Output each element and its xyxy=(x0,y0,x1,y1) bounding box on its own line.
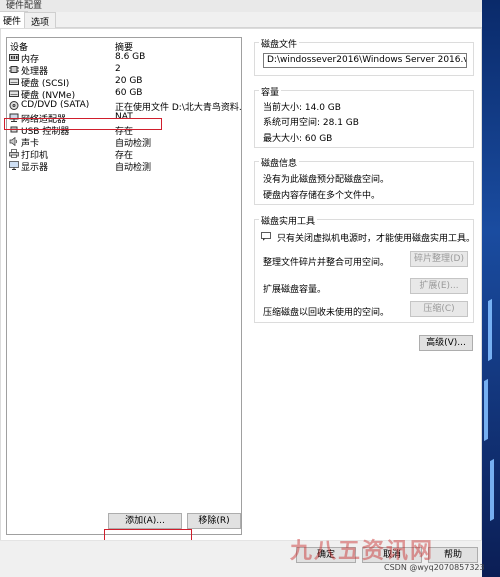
disk-info-line1: 没有为此磁盘预分配磁盘空间。 xyxy=(263,175,390,185)
help-button[interactable]: 帮助 xyxy=(428,547,478,563)
sound-icon xyxy=(9,137,18,146)
desktop-background xyxy=(482,0,500,577)
disk-utilities-group: 磁盘实用工具 只有关闭虚拟机电源时，才能使用磁盘实用工具。 整理文件碎片并整合可… xyxy=(254,214,476,323)
expand-description: 扩展磁盘容量。 xyxy=(263,285,327,295)
disk-info-group: 磁盘信息 没有为此磁盘预分配磁盘空间。 硬盘内容存储在多个文件中。 xyxy=(254,156,474,205)
compact-button[interactable]: 压缩(C) xyxy=(410,301,468,317)
group-title: 磁盘信息 xyxy=(259,156,300,169)
device-summary: 20 GB xyxy=(115,76,143,86)
current-size: 当前大小: 14.0 GB xyxy=(263,103,341,113)
device-row-harddisk-nvme[interactable]: 硬盘 (NVMe) 60 GB xyxy=(7,88,241,101)
list-header: 设备 摘要 xyxy=(7,40,241,53)
device-row-harddisk-scsi[interactable]: 硬盘 (SCSI) 20 GB xyxy=(7,76,241,89)
window-title: 硬件配置 xyxy=(6,1,43,11)
tab-bar: 硬件 选项 xyxy=(0,11,482,28)
selection-highlight-annotation xyxy=(4,118,162,130)
title-bar: 硬件配置 xyxy=(0,0,500,12)
cd-dvd-icon xyxy=(9,101,19,110)
device-row-display[interactable]: 显示器 自动检测 xyxy=(7,160,241,173)
disk-file-path-field[interactable]: D:\windossever2016\Windows Server 2016.v… xyxy=(263,53,467,68)
disk-file-group: 磁盘文件 D:\windossever2016\Windows Server 2… xyxy=(254,37,474,76)
printer-icon xyxy=(9,149,19,158)
remove-button[interactable]: 移除(R) xyxy=(187,513,241,529)
defrag-description: 整理文件碎片并整合可用空间。 xyxy=(263,258,390,268)
group-title: 容量 xyxy=(259,85,282,98)
disk-info-line2: 硬盘内容存储在多个文件中。 xyxy=(263,191,381,201)
device-summary: 8.6 GB xyxy=(115,52,146,62)
max-size: 最大大小: 60 GB xyxy=(263,134,333,144)
expand-button[interactable]: 扩展(E)... xyxy=(410,278,468,294)
display-icon xyxy=(9,161,19,170)
device-row-sound[interactable]: 声卡 自动检测 xyxy=(7,136,241,149)
add-button[interactable]: 添加(A)... xyxy=(108,513,182,529)
processor-icon xyxy=(9,66,19,73)
device-row-printer[interactable]: 打印机 存在 xyxy=(7,148,241,161)
device-row-cd-dvd[interactable]: CD/DVD (SATA) 正在使用文件 D:\北大青鸟资料... xyxy=(7,100,241,113)
tab-options[interactable]: 选项 xyxy=(24,12,57,28)
info-message-icon xyxy=(261,232,271,241)
device-list[interactable]: 设备 摘要 内存 8.6 GB 处理器 2 硬盘 (SCSI) 20 GB 硬盘… xyxy=(6,37,242,535)
group-title: 磁盘实用工具 xyxy=(259,214,318,227)
defrag-button[interactable]: 碎片整理(D) xyxy=(410,251,468,267)
capacity-group: 容量 当前大小: 14.0 GB 系统可用空间: 28.1 GB 最大大小: 6… xyxy=(254,85,474,148)
group-title: 磁盘文件 xyxy=(259,37,300,50)
device-name: CD/DVD (SATA) xyxy=(21,100,90,110)
device-summary: 自动检测 xyxy=(115,163,152,173)
device-summary: 60 GB xyxy=(115,88,143,98)
device-name: 显示器 xyxy=(21,163,49,173)
watermark: 九八五资讯网 xyxy=(290,539,435,564)
advanced-button[interactable]: 高级(V)... xyxy=(419,335,473,351)
settings-panel: 设备 摘要 内存 8.6 GB 处理器 2 硬盘 (SCSI) 20 GB 硬盘… xyxy=(0,28,482,568)
device-row-memory[interactable]: 内存 8.6 GB xyxy=(7,52,241,65)
device-summary: 2 xyxy=(115,64,121,74)
compact-description: 压缩磁盘以回收未使用的空间。 xyxy=(263,308,390,318)
device-row-processor[interactable]: 处理器 2 xyxy=(7,64,241,77)
harddisk-icon xyxy=(9,78,19,85)
memory-icon xyxy=(9,54,19,61)
harddisk-icon xyxy=(9,90,19,97)
csdn-credit: CSDN @wyq2070857323 xyxy=(384,563,485,572)
utilities-note: 只有关闭虚拟机电源时，才能使用磁盘实用工具。 xyxy=(277,234,476,244)
system-free-space: 系统可用空间: 28.1 GB xyxy=(263,118,359,128)
